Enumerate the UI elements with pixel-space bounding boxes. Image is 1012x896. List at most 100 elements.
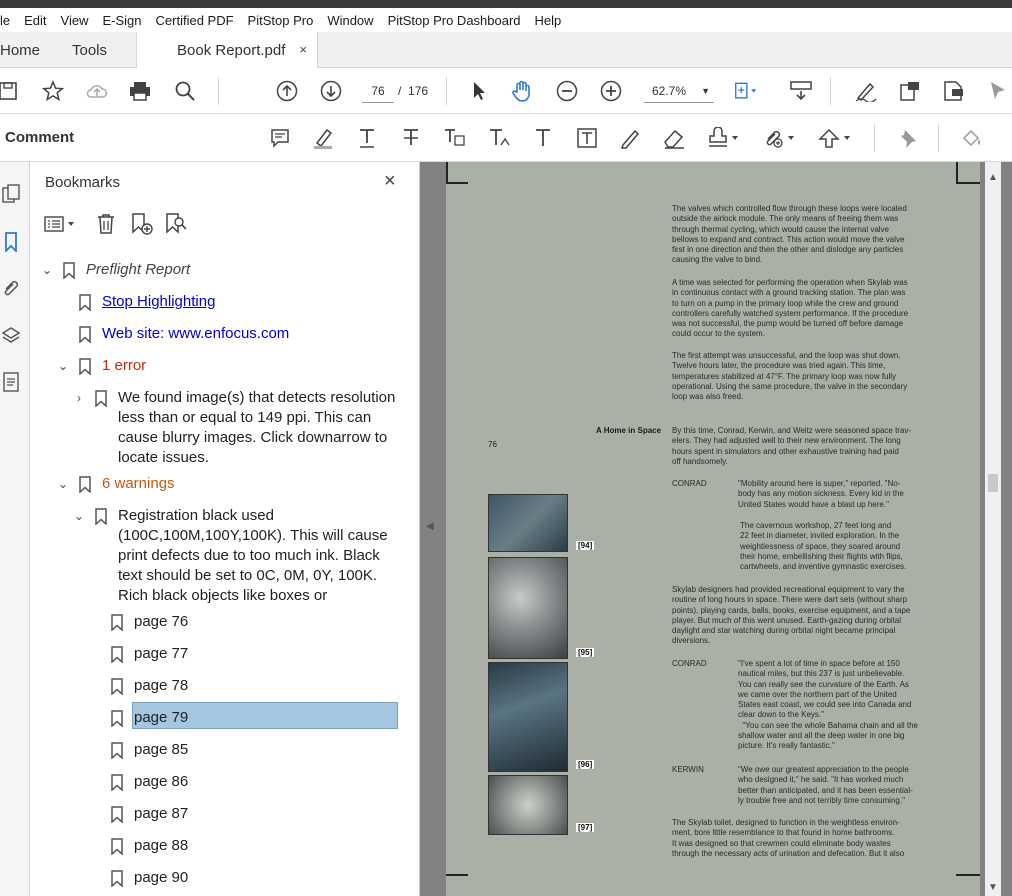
eraser-icon[interactable] <box>662 126 686 150</box>
star-icon[interactable] <box>41 79 65 103</box>
bookmark-resolution-issue[interactable]: › We found image(s) that detects resolut… <box>72 388 395 468</box>
zoom-out-icon[interactable] <box>555 79 579 103</box>
bookmark-label: page 77 <box>134 645 189 662</box>
bookmark-icon <box>78 324 92 344</box>
find-bookmark-icon[interactable] <box>164 212 188 236</box>
scroll-thumb[interactable] <box>988 474 998 492</box>
fill-color-icon[interactable] <box>960 126 984 150</box>
bookmark-icon <box>110 708 124 728</box>
menu-help[interactable]: Help <box>528 13 569 28</box>
hand-tool-icon[interactable] <box>510 79 534 103</box>
bookmark-page-88[interactable]: page 88 <box>110 836 188 856</box>
strikethrough-icon[interactable] <box>399 126 423 150</box>
zoom-level-value: 62.7% <box>652 84 687 98</box>
keyboard-scroll-icon[interactable] <box>789 79 813 103</box>
text-box-icon[interactable] <box>575 126 599 150</box>
chevron-down-icon[interactable]: ⌄ <box>56 356 70 376</box>
document-scrollbar[interactable]: ▲ ▼ <box>985 162 1001 896</box>
menu-certified-pdf[interactable]: Certified PDF <box>149 13 241 28</box>
delete-bookmark-icon[interactable] <box>96 212 116 236</box>
export-icon[interactable] <box>898 79 922 103</box>
save-icon[interactable] <box>0 79 20 103</box>
fit-page-icon[interactable] <box>734 79 758 103</box>
bookmark-page-90[interactable]: page 90 <box>110 868 188 888</box>
bookmark-page-79[interactable]: page 79 <box>110 708 188 728</box>
prev-page-icon[interactable] <box>275 79 299 103</box>
insert-text-icon[interactable] <box>487 126 511 150</box>
pencil-icon[interactable] <box>618 126 642 150</box>
tab-document[interactable]: Book Report.pdf × <box>136 32 318 69</box>
tab-home[interactable]: Home <box>0 32 60 68</box>
highlight-icon[interactable] <box>311 126 335 150</box>
bookmark-icon <box>110 804 124 824</box>
bookmark-preflight-report[interactable]: ⌄ Preflight Report <box>40 260 190 280</box>
new-bookmark-icon[interactable] <box>130 212 154 236</box>
chevron-right-icon[interactable]: › <box>72 388 86 408</box>
menu-file[interactable]: le <box>0 13 17 28</box>
close-tab-icon[interactable]: × <box>299 42 307 57</box>
bookmark-label: page 78 <box>134 677 189 694</box>
menu-view[interactable]: View <box>54 13 96 28</box>
bookmark-icon <box>78 292 92 312</box>
bookmark-page-87[interactable]: page 87 <box>110 804 188 824</box>
bookmark-toolbar <box>30 206 420 242</box>
zoom-level-select[interactable]: 62.7% ▼ <box>644 79 714 103</box>
bookmark-label: page 79 <box>134 709 189 726</box>
tab-tools[interactable]: Tools <box>60 32 135 68</box>
scroll-up-icon[interactable]: ▲ <box>987 172 999 183</box>
menu-esign[interactable]: E-Sign <box>95 13 148 28</box>
underline-text-icon[interactable] <box>355 126 379 150</box>
section-heading: A Home in Space <box>596 426 662 435</box>
bookmark-label: 6 warnings <box>102 475 175 492</box>
attach-file-icon[interactable] <box>762 126 796 150</box>
replace-text-icon[interactable] <box>442 126 466 150</box>
bookmark-warnings-group[interactable]: ⌄ 6 warnings <box>56 474 175 494</box>
bookmark-website[interactable]: Web site: www.enfocus.com <box>78 324 289 344</box>
print-icon[interactable] <box>128 79 152 103</box>
chevron-down-icon[interactable]: ⌄ <box>72 506 86 526</box>
bookmark-page-77[interactable]: page 77 <box>110 644 188 664</box>
bookmark-page-76[interactable]: page 76 <box>110 612 188 632</box>
bookmark-stop-highlighting[interactable]: Stop Highlighting <box>78 292 215 312</box>
bookmark-page-86[interactable]: page 86 <box>110 772 188 792</box>
page-paragraph: A time was selected for performing the o… <box>672 278 909 339</box>
zoom-in-icon[interactable] <box>599 79 623 103</box>
document-icon[interactable] <box>0 370 22 394</box>
chevron-down-icon[interactable]: ⌄ <box>40 260 54 280</box>
crop-mark <box>956 162 958 184</box>
menu-edit[interactable]: Edit <box>17 13 53 28</box>
bookmark-label: Preflight Report <box>86 261 191 278</box>
edit-doc-icon[interactable] <box>942 79 966 103</box>
page-thumbnails-icon[interactable] <box>0 182 22 206</box>
close-panel-icon[interactable]: × <box>384 170 396 193</box>
collapse-panel-icon[interactable]: ◀ <box>426 521 434 532</box>
cloud-upload-icon[interactable] <box>85 79 109 103</box>
bookmark-icon <box>110 644 124 664</box>
sticky-note-icon[interactable] <box>268 126 292 150</box>
select-arrow-icon[interactable] <box>467 79 491 103</box>
bookmark-page-85[interactable]: page 85 <box>110 740 188 760</box>
page-number-input[interactable]: 76 <box>362 79 394 103</box>
shapes-icon[interactable] <box>818 126 852 150</box>
menu-pitstop-dashboard[interactable]: PitStop Pro Dashboard <box>381 13 528 28</box>
attachment-icon[interactable] <box>0 276 22 300</box>
layers-icon[interactable] <box>0 324 22 348</box>
bookmark-tree: ⌄ Preflight Report Stop Highlighting Web… <box>30 254 400 896</box>
cursor-tool-icon[interactable] <box>986 79 1010 103</box>
sign-pen-icon[interactable] <box>854 79 878 103</box>
stamp-icon[interactable] <box>706 126 740 150</box>
page-paragraph: The Skylab toilet, designed to function … <box>672 818 905 858</box>
menu-window[interactable]: Window <box>320 13 380 28</box>
search-icon[interactable] <box>173 79 197 103</box>
bookmark-icon[interactable] <box>0 230 22 254</box>
chevron-down-icon[interactable]: ⌄ <box>56 474 70 494</box>
bookmark-registration-black[interactable]: ⌄ Registration black used (100C,100M,100… <box>72 506 388 606</box>
bookmark-error-group[interactable]: ⌄ 1 error <box>56 356 146 376</box>
menu-pitstop-pro[interactable]: PitStop Pro <box>241 13 321 28</box>
options-menu-icon[interactable] <box>44 212 78 236</box>
bookmark-page-78[interactable]: page 78 <box>110 676 188 696</box>
add-text-icon[interactable] <box>531 126 555 150</box>
scroll-down-icon[interactable]: ▼ <box>987 882 999 893</box>
next-page-icon[interactable] <box>319 79 343 103</box>
pin-icon[interactable] <box>896 126 920 150</box>
